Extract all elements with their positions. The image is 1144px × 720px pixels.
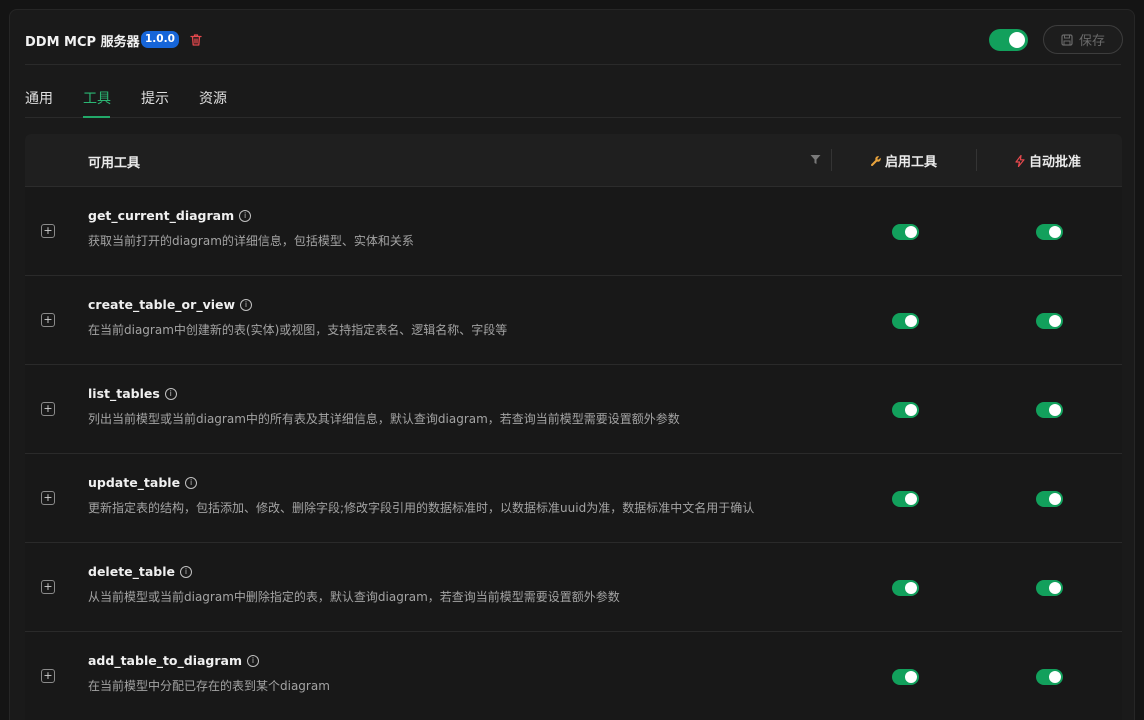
col-auto-header: 自动批准 xyxy=(1014,151,1081,170)
enable-tool-toggle[interactable] xyxy=(892,669,919,685)
col-separator xyxy=(976,149,977,171)
server-enable-toggle[interactable] xyxy=(989,29,1028,51)
table-row: + create_table_or_view i 在当前diagram中创建新的… xyxy=(25,276,1122,365)
expand-icon[interactable]: + xyxy=(41,313,55,327)
trash-icon[interactable] xyxy=(189,33,203,47)
active-tab-indicator xyxy=(83,116,110,118)
expand-icon[interactable]: + xyxy=(41,669,55,683)
table-row: + delete_table i 从当前模型或当前diagram中删除指定的表，… xyxy=(25,543,1122,632)
version-badge: 1.0.0 xyxy=(141,31,179,48)
tab-prompts[interactable]: 提示 xyxy=(141,88,169,108)
tool-name: get_current_diagram i xyxy=(88,208,252,223)
mcp-server-panel: DDM MCP 服务器 1.0.0 保存 通用 工具 提示 资源 可用工具 启用… xyxy=(9,9,1135,720)
enable-tool-toggle[interactable] xyxy=(892,224,919,240)
wrench-icon xyxy=(871,155,881,166)
auto-approve-toggle[interactable] xyxy=(1036,313,1063,329)
filter-icon[interactable] xyxy=(810,154,821,165)
tab-general[interactable]: 通用 xyxy=(25,88,53,108)
enable-tool-toggle[interactable] xyxy=(892,491,919,507)
save-icon xyxy=(1061,33,1073,46)
expand-icon[interactable]: + xyxy=(41,224,55,238)
col-enable-label: 启用工具 xyxy=(885,155,938,170)
info-icon[interactable]: i xyxy=(240,298,253,311)
tool-description: 从当前模型或当前diagram中删除指定的表，默认查询diagram，若查询当前… xyxy=(88,590,620,604)
tool-name-text: update_table xyxy=(88,475,181,490)
tool-name-text: add_table_to_diagram xyxy=(88,653,243,668)
tool-description: 列出当前模型或当前diagram中的所有表及其详细信息，默认查询diagram，… xyxy=(88,412,680,426)
tool-description: 在当前模型中分配已存在的表到某个diagram xyxy=(88,679,330,693)
tool-description: 获取当前打开的diagram的详细信息，包括模型、实体和关系 xyxy=(88,234,414,248)
tool-name: list_tables i xyxy=(88,386,177,401)
enable-tool-toggle[interactable] xyxy=(892,580,919,596)
table-row: + get_current_diagram i 获取当前打开的diagram的详… xyxy=(25,187,1122,276)
tab-resources[interactable]: 资源 xyxy=(199,88,227,108)
enable-tool-toggle[interactable] xyxy=(892,313,919,329)
save-button[interactable]: 保存 xyxy=(1043,25,1123,54)
tool-name: create_table_or_view i xyxy=(88,297,253,312)
tool-name: add_table_to_diagram i xyxy=(88,653,260,668)
auto-approve-toggle[interactable] xyxy=(1036,402,1063,418)
enable-tool-toggle[interactable] xyxy=(892,402,919,418)
lightning-icon xyxy=(1015,154,1025,167)
info-icon[interactable]: i xyxy=(247,654,260,667)
col-separator xyxy=(831,149,832,171)
tools-table: 可用工具 启用工具 自动批准 + get_current_diagram i 获… xyxy=(25,134,1122,720)
expand-icon[interactable]: + xyxy=(41,491,55,505)
col-tools-header: 可用工具 xyxy=(88,156,141,171)
tab-tools[interactable]: 工具 xyxy=(83,88,111,108)
table-row: + update_table i 更新指定表的结构，包括添加、修改、删除字段;修… xyxy=(25,454,1122,543)
auto-approve-toggle[interactable] xyxy=(1036,669,1063,685)
table-row: + list_tables i 列出当前模型或当前diagram中的所有表及其详… xyxy=(25,365,1122,454)
tool-description: 更新指定表的结构，包括添加、修改、删除字段;修改字段引用的数据标准时，以数据标准… xyxy=(88,501,755,515)
info-icon[interactable]: i xyxy=(164,387,177,400)
auto-approve-toggle[interactable] xyxy=(1036,580,1063,596)
auto-approve-toggle[interactable] xyxy=(1036,491,1063,507)
save-label: 保存 xyxy=(1078,34,1105,49)
expand-icon[interactable]: + xyxy=(41,580,55,594)
table-row: + add_table_to_diagram i 在当前模型中分配已存在的表到某… xyxy=(25,632,1122,720)
tool-name-text: create_table_or_view xyxy=(88,297,236,312)
col-auto-label: 自动批准 xyxy=(1029,155,1082,170)
auto-approve-toggle[interactable] xyxy=(1036,224,1063,240)
info-icon[interactable]: i xyxy=(239,209,252,222)
expand-icon[interactable]: + xyxy=(41,402,55,416)
info-icon[interactable]: i xyxy=(180,565,193,578)
tool-name-text: delete_table xyxy=(88,564,176,579)
tab-bar: 通用 工具 提示 资源 xyxy=(25,66,1121,118)
server-header: DDM MCP 服务器 1.0.0 保存 xyxy=(25,10,1123,65)
info-icon[interactable]: i xyxy=(185,476,198,489)
tool-name: update_table i xyxy=(88,475,198,490)
tool-name: delete_table i xyxy=(88,564,193,579)
tool-name-text: get_current_diagram xyxy=(88,208,235,223)
col-enable-header: 启用工具 xyxy=(870,151,937,170)
tool-name-text: list_tables xyxy=(88,386,160,401)
tool-description: 在当前diagram中创建新的表(实体)或视图，支持指定表名、逻辑名称、字段等 xyxy=(88,323,508,337)
server-title: DDM MCP 服务器 xyxy=(25,35,140,50)
table-header: 可用工具 启用工具 自动批准 xyxy=(25,134,1122,187)
